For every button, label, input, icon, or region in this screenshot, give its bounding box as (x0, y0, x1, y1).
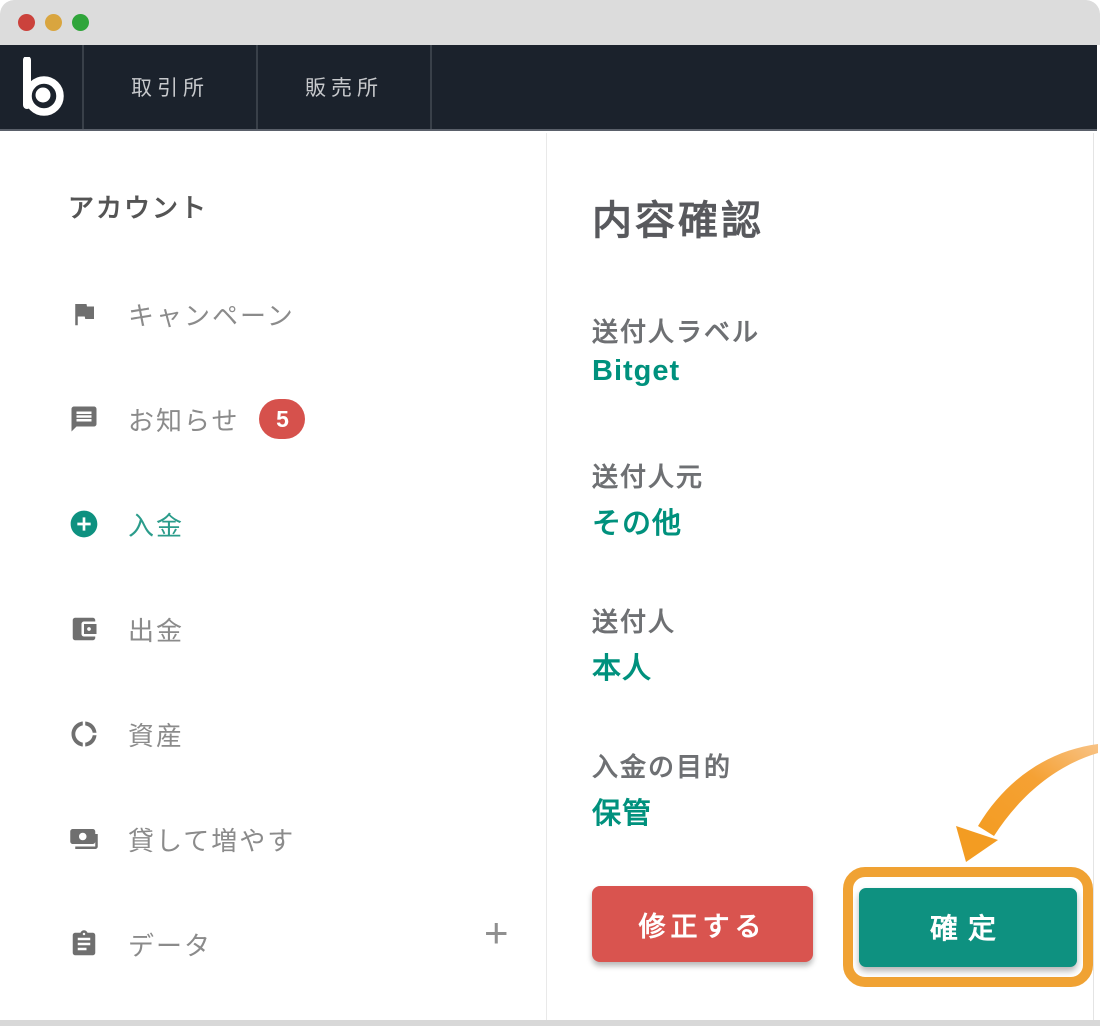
chat-icon (68, 403, 100, 435)
confirm-highlight-box: 確定 (843, 867, 1093, 987)
sidebar-item-deposit[interactable]: 入金 (68, 504, 184, 544)
field-value-sender-label: Bitget (592, 355, 680, 388)
sidebar-item-campaign[interactable]: キャンペーン (68, 294, 295, 334)
confirm-button[interactable]: 確定 (859, 888, 1077, 967)
bitbank-b-icon (18, 57, 64, 117)
field-label-sender: 送付人 (592, 602, 676, 639)
sidebar-item-withdrawal[interactable]: 出金 (68, 609, 184, 649)
bitbank-logo[interactable] (0, 45, 84, 129)
modify-button[interactable]: 修正する (592, 886, 813, 962)
sidebar-item-lending[interactable]: 貸して増やす (68, 819, 295, 859)
sidebar-divider (546, 133, 547, 1020)
sidebar-item-data[interactable]: データ (68, 924, 212, 964)
app-header: 取引所 販売所 (0, 45, 1097, 131)
field-label-deposit-purpose: 入金の目的 (592, 747, 732, 784)
sidebar-item-assets[interactable]: 資産 (68, 714, 184, 754)
sidebar-item-label: 資産 (128, 716, 184, 753)
sidebar-item-label: 貸して増やす (128, 821, 295, 858)
sidebar-item-label: 入金 (128, 506, 184, 543)
sidebar-item-label: データ (128, 926, 212, 963)
sidebar-item-label: お知らせ (128, 401, 239, 438)
close-window-icon[interactable] (18, 14, 35, 31)
tab-sales-office-label: 販売所 (305, 72, 383, 102)
sidebar-item-label: キャンペーン (128, 296, 295, 333)
right-edge-line (1093, 133, 1094, 1020)
callout-arrow-icon (952, 742, 1100, 864)
page-title: 内容確認 (592, 188, 764, 246)
payments-icon (68, 823, 100, 855)
flag-icon (68, 298, 100, 330)
pie-chart-icon (68, 718, 100, 750)
sidebar-item-notices[interactable]: お知らせ 5 (68, 399, 305, 439)
data-expand-plus-icon[interactable]: + (484, 912, 509, 954)
field-label-sender-source: 送付人元 (592, 457, 704, 494)
field-label-sender-label: 送付人ラベル (592, 312, 760, 349)
field-value-sender-source: その他 (592, 500, 682, 542)
maximize-window-icon[interactable] (72, 14, 89, 31)
window-titlebar (0, 0, 1100, 45)
add-circle-icon (68, 508, 100, 540)
field-value-sender: 本人 (592, 645, 652, 687)
sidebar-section-title: アカウント (68, 188, 208, 225)
field-value-deposit-purpose: 保管 (592, 790, 652, 832)
wallet-icon (68, 613, 100, 645)
tab-sales-office[interactable]: 販売所 (258, 45, 432, 129)
clipboard-icon (68, 928, 100, 960)
app-window: 取引所 販売所 アカウント キャンペーン お知らせ 5 入金 出金 (0, 0, 1100, 1026)
window-bottom-edge (0, 1020, 1100, 1026)
notices-count-badge: 5 (259, 399, 305, 439)
minimize-window-icon[interactable] (45, 14, 62, 31)
tab-exchange[interactable]: 取引所 (84, 45, 258, 129)
sidebar-item-label: 出金 (128, 611, 184, 648)
tab-exchange-label: 取引所 (131, 72, 209, 102)
